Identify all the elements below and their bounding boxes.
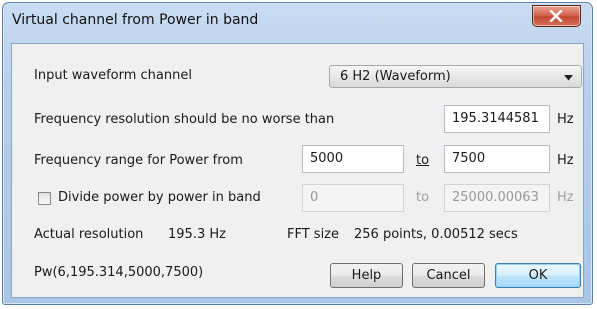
freq-range-label: Frequency range for Power from [34,153,243,168]
freq-resolution-input[interactable]: 195.3144581 [444,105,550,133]
actual-resolution-label: Actual resolution [34,227,144,242]
freq-range-from-input[interactable]: 5000 [302,145,404,173]
help-button[interactable]: Help [330,263,403,288]
freq-resolution-label: Frequency resolution should be no worse … [34,112,335,127]
fft-size-label: FFT size [287,227,340,242]
close-icon [549,10,563,22]
ok-button[interactable]: OK [495,263,581,288]
divide-power-to-label: to [416,190,430,205]
expression-text: Pw(6,195.314,5000,7500) [34,265,204,280]
freq-resolution-unit: Hz [557,112,574,127]
input-channel-value: 6 H2 (Waveform) [340,69,451,84]
divide-power-checkbox[interactable] [38,192,51,205]
divide-power-label[interactable]: Divide power by power in band [58,190,261,205]
input-channel-label: Input waveform channel [34,68,192,83]
close-button[interactable] [532,5,581,27]
title-bar[interactable]: Virtual channel from Power in band [3,3,592,39]
window-title: Virtual channel from Power in band [12,12,259,28]
fft-size-value: 256 points, 0.00512 secs [354,227,518,242]
chevron-down-icon [564,75,573,81]
dialog-window: Virtual channel from Power in band Input… [2,2,593,305]
freq-range-to-input[interactable]: 7500 [444,145,550,173]
freq-range-unit: Hz [557,153,574,168]
cancel-button[interactable]: Cancel [412,263,485,288]
actual-resolution-value: 195.3 Hz [168,227,226,242]
input-channel-dropdown[interactable]: 6 H2 (Waveform) [329,65,582,88]
dialog-body: Input waveform channel 6 H2 (Waveform) F… [11,43,584,298]
divide-power-from-input: 0 [302,184,404,212]
divide-power-unit: Hz [557,190,574,205]
divide-power-to-input: 25000.00063 [444,184,550,212]
freq-range-to-label: to [416,153,430,168]
